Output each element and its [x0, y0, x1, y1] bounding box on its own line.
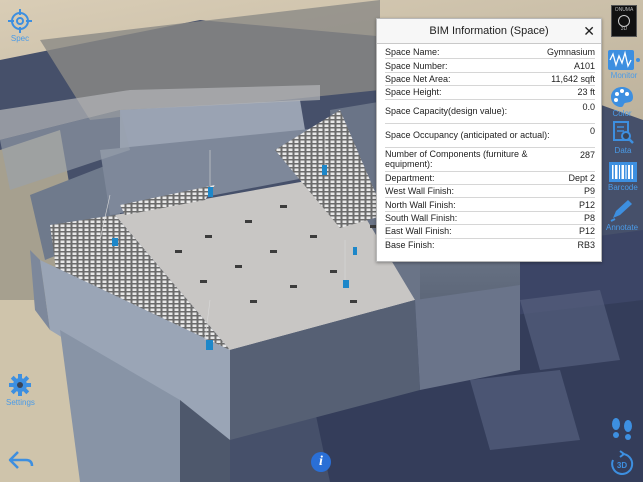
walk-mode-button[interactable] [609, 417, 635, 443]
bim-row-key: Space Height: [385, 87, 442, 98]
spec-label: Spec [10, 34, 30, 43]
app-logo: ONUMA 3D [611, 5, 637, 37]
monitor-label: Monitor [610, 71, 638, 80]
rotate-3d-label: 3D [617, 461, 627, 470]
bim-row-key: Space Capacity(design value): [385, 106, 508, 117]
bim-row-value: 23 ft [577, 87, 595, 98]
annotate-button[interactable]: Annotate [606, 198, 638, 232]
bim-row-occupancy: Space Occupancy (anticipated or actual):… [385, 124, 595, 148]
bim-row-key: Space Name: [385, 47, 440, 58]
barcode-button[interactable]: Barcode [608, 162, 638, 192]
barcode-icon [608, 162, 637, 182]
data-button[interactable]: Data [612, 121, 634, 155]
bim-row-key: South Wall Finish: [385, 212, 458, 223]
settings-button[interactable]: Settings [6, 373, 35, 407]
rotate-3d-icon: 3D [611, 450, 634, 475]
bim-row-value: RB3 [577, 240, 595, 251]
bim-row-value: P9 [583, 186, 595, 197]
bim-row-west-wall: West Wall Finish: P9 [385, 185, 595, 199]
bim-row-value: P12 [578, 199, 595, 210]
bim-row-east-wall: East Wall Finish: P12 [385, 225, 595, 239]
barcode-label: Barcode [608, 183, 638, 192]
bim-row-base-finish: Base Finish: RB3 [385, 239, 595, 252]
spec-button[interactable]: Spec [8, 9, 32, 43]
bim-row-key: Number of Components (furniture & equipm… [385, 149, 528, 170]
bim-row-value: Gymnasium [546, 47, 595, 58]
bim-row-value: A101 [573, 60, 595, 71]
monitor-button[interactable]: Monitor [608, 50, 640, 80]
logo-mark [618, 14, 630, 27]
palette-icon [611, 87, 633, 107]
bim-row-height: Space Height: 23 ft [385, 86, 595, 100]
bim-row-key: North Wall Finish: [385, 199, 456, 210]
crosshair-target-icon [8, 9, 32, 33]
close-icon[interactable]: ✕ [583, 19, 595, 44]
bim-row-key: Space Number: [385, 60, 448, 71]
rotate-3d-button[interactable]: 3D [609, 450, 635, 478]
bim-info-panel: BIM Information (Space) ✕ Space Name: Gy… [376, 18, 602, 262]
logo-subtext: 3D [620, 25, 628, 32]
bim-row-key: Space Occupancy (anticipated or actual): [385, 130, 550, 141]
footprints-icon [612, 418, 632, 440]
back-arrow-icon [8, 451, 34, 469]
bim-row-value: 11,642 sqft [551, 73, 595, 84]
bim-property-list: Space Name: Gymnasium Space Number: A101… [377, 44, 601, 252]
bim-row-value: Dept 2 [568, 172, 595, 183]
annotate-label: Annotate [606, 223, 639, 232]
gear-icon [9, 374, 32, 396]
bim-row-value: P12 [578, 226, 595, 237]
bim-row-value: 287 [579, 149, 595, 160]
color-button[interactable]: Color [610, 86, 634, 118]
color-label: Color [612, 109, 632, 118]
bim-row-value: P8 [583, 212, 595, 223]
bim-row-department: Department: Dept 2 [385, 172, 595, 185]
bim-panel-title: BIM Information (Space) [429, 25, 549, 37]
bim-row-north-wall: North Wall Finish: P12 [385, 198, 595, 212]
bim-row-south-wall: South Wall Finish: P8 [385, 212, 595, 226]
logo-text: ONUMA [614, 7, 634, 13]
data-label: Data [614, 146, 632, 155]
pen-icon [610, 200, 633, 222]
bim-row-components: Number of Components (furniture & equipm… [385, 148, 595, 172]
back-button[interactable] [8, 450, 34, 470]
bim-row-value: 0 [589, 125, 595, 136]
bim-row-key: Department: [385, 172, 435, 183]
bim-row-key: Space Net Area: [385, 73, 451, 84]
info-button[interactable]: i [311, 452, 331, 472]
bim-row-key: Base Finish: [385, 240, 435, 251]
bim-row-space-number: Space Number: A101 [385, 59, 595, 73]
bim-row-capacity: Space Capacity(design value): 0.0 [385, 100, 595, 124]
waveform-icon [608, 50, 640, 70]
bim-panel-header: BIM Information (Space) ✕ [377, 19, 601, 44]
bim-row-key: West Wall Finish: [385, 186, 455, 197]
settings-label: Settings [6, 398, 35, 407]
bim-row-value: 0.0 [582, 101, 595, 112]
bim-row-net-area: Space Net Area: 11,642 sqft [385, 73, 595, 87]
document-search-icon [613, 121, 634, 144]
bim-row-space-name: Space Name: Gymnasium [385, 46, 595, 60]
bim-row-key: East Wall Finish: [385, 226, 452, 237]
